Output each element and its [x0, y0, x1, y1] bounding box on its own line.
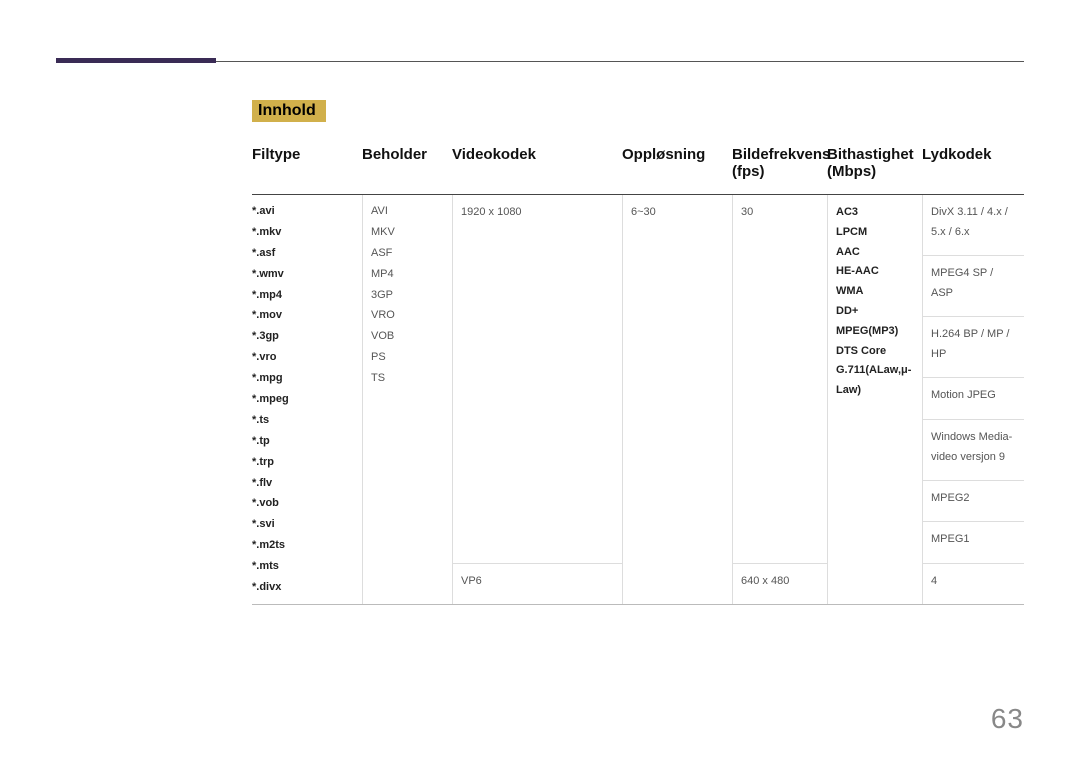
container-cell: AVI	[371, 201, 444, 222]
filetype-cell: *.vob	[252, 493, 354, 514]
page: Innhold Filtype Beholder Videokodek Oppl…	[0, 0, 1080, 763]
container-cell: PS	[371, 347, 444, 368]
filetype-cell: *.m2ts	[252, 535, 354, 556]
filetype-cell: *.avi	[252, 201, 354, 222]
container-cell: MP4	[371, 264, 444, 285]
resolution-cell: 640 x 480	[732, 564, 827, 604]
col-header-opplosning: Oppløsning	[622, 146, 732, 163]
filetype-cell: *.mkv	[252, 222, 354, 243]
audio-codec-cell: AAC	[836, 243, 914, 263]
filetype-cell: *.asf	[252, 243, 354, 264]
filetype-cell: *.divx	[252, 577, 354, 598]
col-filetypes: *.avi *.mkv *.asf *.wmv *.mp4 *.mov *.3g…	[252, 195, 362, 604]
col-header-filtype: Filtype	[252, 146, 362, 163]
col-header-beholder: Beholder	[362, 146, 452, 163]
audio-codec-cell: AC3	[836, 203, 914, 223]
audio-codec-cell: HE-AAC	[836, 262, 914, 282]
col-header-bildefrekvens: Bildefrekvens (fps)	[732, 146, 827, 180]
resolution-cell: 1920 x 1080	[452, 195, 622, 564]
video-codec-cell: MPEG2	[922, 481, 1024, 522]
video-codec-cell: DivX 3.11 / 4.x / 5.x / 6.x	[922, 195, 1024, 256]
filetype-cell: *.mov	[252, 305, 354, 326]
container-cell: ASF	[371, 243, 444, 264]
container-cell: MKV	[371, 222, 444, 243]
audio-codec-col: AC3 LPCM AAC HE-AAC WMA DD+ MPEG(MP3) DT…	[827, 195, 922, 604]
bitrate-cell: 4	[922, 564, 1024, 604]
filetype-cell: *.ts	[252, 410, 354, 431]
filetype-cell: *.trp	[252, 452, 354, 473]
container-cell: TS	[371, 368, 444, 389]
filetype-cell: *.wmv	[252, 264, 354, 285]
section-badge: Innhold	[252, 100, 326, 122]
filetype-cell: *.mpg	[252, 368, 354, 389]
page-number: 63	[991, 703, 1024, 735]
audio-codec-cell: LPCM	[836, 223, 914, 243]
audio-codec-cell: DTS Core	[836, 342, 914, 362]
filetype-cell: *.vro	[252, 347, 354, 368]
accent-bar	[56, 58, 216, 63]
video-codec-cell: Motion JPEG	[922, 378, 1024, 419]
filetype-cell: *.mp4	[252, 285, 354, 306]
video-codec-cell: H.264 BP / MP / HP	[922, 317, 1024, 378]
container-cell: VOB	[371, 326, 444, 347]
audio-codec-cell: MPEG(MP3)	[836, 322, 914, 342]
container-cell: VRO	[371, 305, 444, 326]
audio-codec-cell: DD+	[836, 302, 914, 322]
video-codec-cell: VP6	[452, 564, 622, 604]
filetype-cell: *.mts	[252, 556, 354, 577]
video-codec-cell: MPEG4 SP / ASP	[922, 256, 1024, 317]
container-cell: 3GP	[371, 285, 444, 306]
col-header-bithastighet: Bithastighet (Mbps)	[827, 146, 922, 180]
bitrate-cell: 30	[732, 195, 827, 564]
filetype-cell: *.3gp	[252, 326, 354, 347]
audio-codec-cell: G.711(ALaw,μ-Law)	[836, 361, 914, 401]
filetype-cell: *.flv	[252, 473, 354, 494]
col-header-lydkodek: Lydkodek	[922, 146, 1024, 163]
audio-codec-cell: WMA	[836, 282, 914, 302]
filetype-cell: *.mpeg	[252, 389, 354, 410]
content-area: Innhold Filtype Beholder Videokodek Oppl…	[252, 100, 1024, 605]
video-codec-cell: Windows Media-video versjon 9	[922, 420, 1024, 481]
col-containers: AVI MKV ASF MP4 3GP VRO VOB PS TS	[362, 195, 452, 604]
table-body: *.avi *.mkv *.asf *.wmv *.mp4 *.mov *.3g…	[252, 195, 1024, 605]
table-header-row: Filtype Beholder Videokodek Oppløsning B…	[252, 138, 1024, 188]
filetype-cell: *.tp	[252, 431, 354, 452]
video-codec-cell: MPEG1	[922, 522, 1024, 563]
col-grid-right: DivX 3.11 / 4.x / 5.x / 6.x 1920 x 1080 …	[452, 195, 1024, 604]
fps-cell: 6~30	[622, 195, 732, 604]
filetype-cell: *.svi	[252, 514, 354, 535]
col-header-videokodek: Videokodek	[452, 146, 622, 163]
